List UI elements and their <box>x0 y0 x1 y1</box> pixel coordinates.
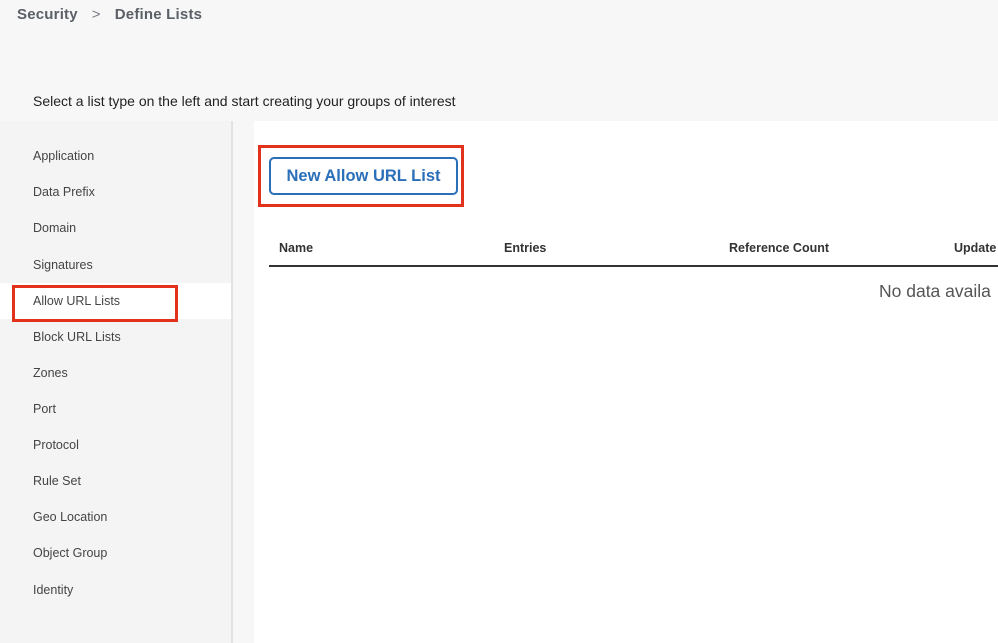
sidebar-item-label: Object Group <box>33 546 108 560</box>
main-panel: New Allow URL List Name Entries Referenc… <box>254 121 998 643</box>
column-header-entries[interactable]: Entries <box>504 241 546 255</box>
table-header: Name Entries Reference Count Update <box>269 233 998 267</box>
sidebar-item-signatures[interactable]: Signatures <box>0 247 231 283</box>
sidebar-item-label: Application <box>33 149 95 163</box>
sidebar-item-label: Data Prefix <box>33 185 95 199</box>
list-type-sidebar: Application Data Prefix Domain Signature… <box>0 121 233 643</box>
sidebar-item-rule-set[interactable]: Rule Set <box>0 463 231 499</box>
sidebar-item-label: Port <box>33 402 56 416</box>
sidebar-item-block-url-lists[interactable]: Block URL Lists <box>0 319 231 355</box>
column-header-name[interactable]: Name <box>279 241 313 255</box>
sidebar-item-label: Rule Set <box>33 474 81 488</box>
column-header-reference-count[interactable]: Reference Count <box>729 241 829 255</box>
define-lists-page: Security > Define Lists Select a list ty… <box>0 0 998 643</box>
sidebar-item-application[interactable]: Application <box>0 138 231 174</box>
sidebar-item-label: Signatures <box>33 258 93 272</box>
sidebar-item-allow-url-lists[interactable]: Allow URL Lists <box>0 283 231 319</box>
sidebar-item-domain[interactable]: Domain <box>0 210 231 246</box>
sidebar-item-label: Zones <box>33 366 68 380</box>
sidebar-item-data-prefix[interactable]: Data Prefix <box>0 174 231 210</box>
column-header-update[interactable]: Update <box>954 241 996 255</box>
sidebar-item-port[interactable]: Port <box>0 391 231 427</box>
sidebar-item-label: Protocol <box>33 438 79 452</box>
breadcrumb: Security > Define Lists <box>17 6 202 23</box>
sidebar-item-label: Block URL Lists <box>33 330 121 344</box>
sidebar-item-object-group[interactable]: Object Group <box>0 535 231 571</box>
sidebar-item-zones[interactable]: Zones <box>0 355 231 391</box>
sidebar-item-geo-location[interactable]: Geo Location <box>0 499 231 535</box>
sidebar-item-label: Identity <box>33 583 74 597</box>
sidebar-item-protocol[interactable]: Protocol <box>0 427 231 463</box>
sidebar-item-label: Allow URL Lists <box>33 294 121 308</box>
breadcrumb-security[interactable]: Security <box>17 6 78 23</box>
table-empty-message: No data availa <box>879 281 991 301</box>
breadcrumb-define-lists: Define Lists <box>114 6 203 23</box>
breadcrumb-separator: > <box>91 6 101 23</box>
sidebar-item-identity[interactable]: Identity <box>0 572 231 608</box>
instruction-text: Select a list type on the left and start… <box>33 93 456 109</box>
sidebar-item-label: Domain <box>33 221 77 235</box>
sidebar-item-label: Geo Location <box>33 510 108 524</box>
new-allow-url-list-button[interactable]: New Allow URL List <box>269 157 458 195</box>
